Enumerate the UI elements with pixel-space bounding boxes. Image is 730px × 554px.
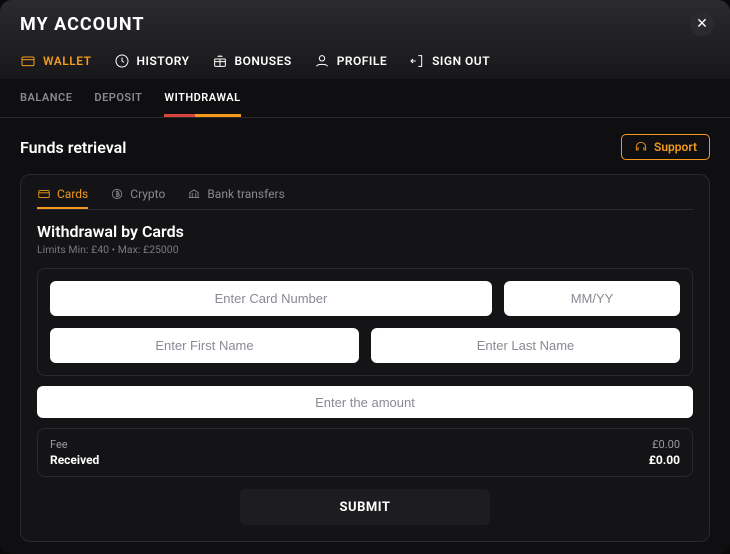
fee-label: Fee (50, 438, 68, 451)
content-area: Funds retrieval Support Cards Crypto Ban… (0, 118, 730, 554)
wallet-icon (20, 53, 36, 69)
limits-text: Limits Min: £40 • Max: £25000 (37, 243, 693, 256)
account-modal: ✕ MY ACCOUNT WALLET HISTORY BONUSES PROF… (0, 0, 730, 554)
tab-wallet-label: WALLET (43, 54, 92, 68)
crypto-icon (110, 187, 124, 201)
card-form (37, 268, 693, 376)
fee-value: £0.00 (652, 438, 680, 451)
paytab-bank[interactable]: Bank transfers (187, 187, 284, 201)
support-button[interactable]: Support (621, 134, 710, 160)
history-icon (114, 53, 130, 69)
close-button[interactable]: ✕ (690, 12, 714, 36)
payment-method-tabs: Cards Crypto Bank transfers (37, 187, 693, 210)
bonus-icon (212, 53, 228, 69)
received-value: £0.00 (649, 453, 680, 467)
paytab-crypto[interactable]: Crypto (110, 187, 165, 201)
paytab-crypto-label: Crypto (130, 187, 165, 201)
submit-button[interactable]: SUBMIT (240, 489, 490, 525)
summary-box: Fee £0.00 Received £0.00 (37, 428, 693, 477)
amount-input[interactable] (37, 386, 693, 418)
close-icon: ✕ (696, 16, 708, 32)
subtab-balance[interactable]: BALANCE (20, 79, 72, 117)
subtab-deposit[interactable]: DEPOSIT (94, 79, 142, 117)
paytab-cards-label: Cards (57, 187, 88, 201)
profile-icon (314, 53, 330, 69)
tab-wallet[interactable]: WALLET (20, 53, 92, 69)
main-tabs: WALLET HISTORY BONUSES PROFILE SIGN OUT (20, 53, 710, 79)
tab-history[interactable]: HISTORY (114, 53, 190, 69)
support-label: Support (654, 140, 697, 154)
last-name-input[interactable] (371, 328, 680, 363)
received-label: Received (50, 453, 99, 467)
submit-label: SUBMIT (340, 500, 391, 515)
section-head: Funds retrieval Support (20, 134, 710, 160)
withdrawal-panel: Cards Crypto Bank transfers Withdrawal b… (20, 174, 710, 542)
bank-icon (187, 187, 201, 201)
tab-bonuses-label: BONUSES (235, 54, 292, 68)
tab-bonuses[interactable]: BONUSES (212, 53, 292, 69)
first-name-input[interactable] (50, 328, 359, 363)
paytab-cards[interactable]: Cards (37, 187, 88, 209)
headset-icon (634, 140, 648, 154)
page-title: MY ACCOUNT (20, 14, 710, 35)
section-title: Funds retrieval (20, 138, 126, 157)
subtab-withdrawal[interactable]: WITHDRAWAL (164, 79, 240, 117)
paytab-bank-label: Bank transfers (207, 187, 284, 201)
modal-header: MY ACCOUNT WALLET HISTORY BONUSES PROFIL… (0, 0, 730, 79)
wallet-subtabs: BALANCE DEPOSIT WITHDRAWAL (0, 79, 730, 118)
tab-signout[interactable]: SIGN OUT (409, 53, 490, 69)
tab-profile-label: PROFILE (337, 54, 387, 68)
card-expiry-input[interactable] (504, 281, 680, 316)
card-icon (37, 187, 51, 201)
tab-history-label: HISTORY (137, 54, 190, 68)
form-title: Withdrawal by Cards (37, 222, 693, 241)
signout-icon (409, 53, 425, 69)
tab-profile[interactable]: PROFILE (314, 53, 387, 69)
card-number-input[interactable] (50, 281, 492, 316)
tab-signout-label: SIGN OUT (432, 54, 490, 68)
